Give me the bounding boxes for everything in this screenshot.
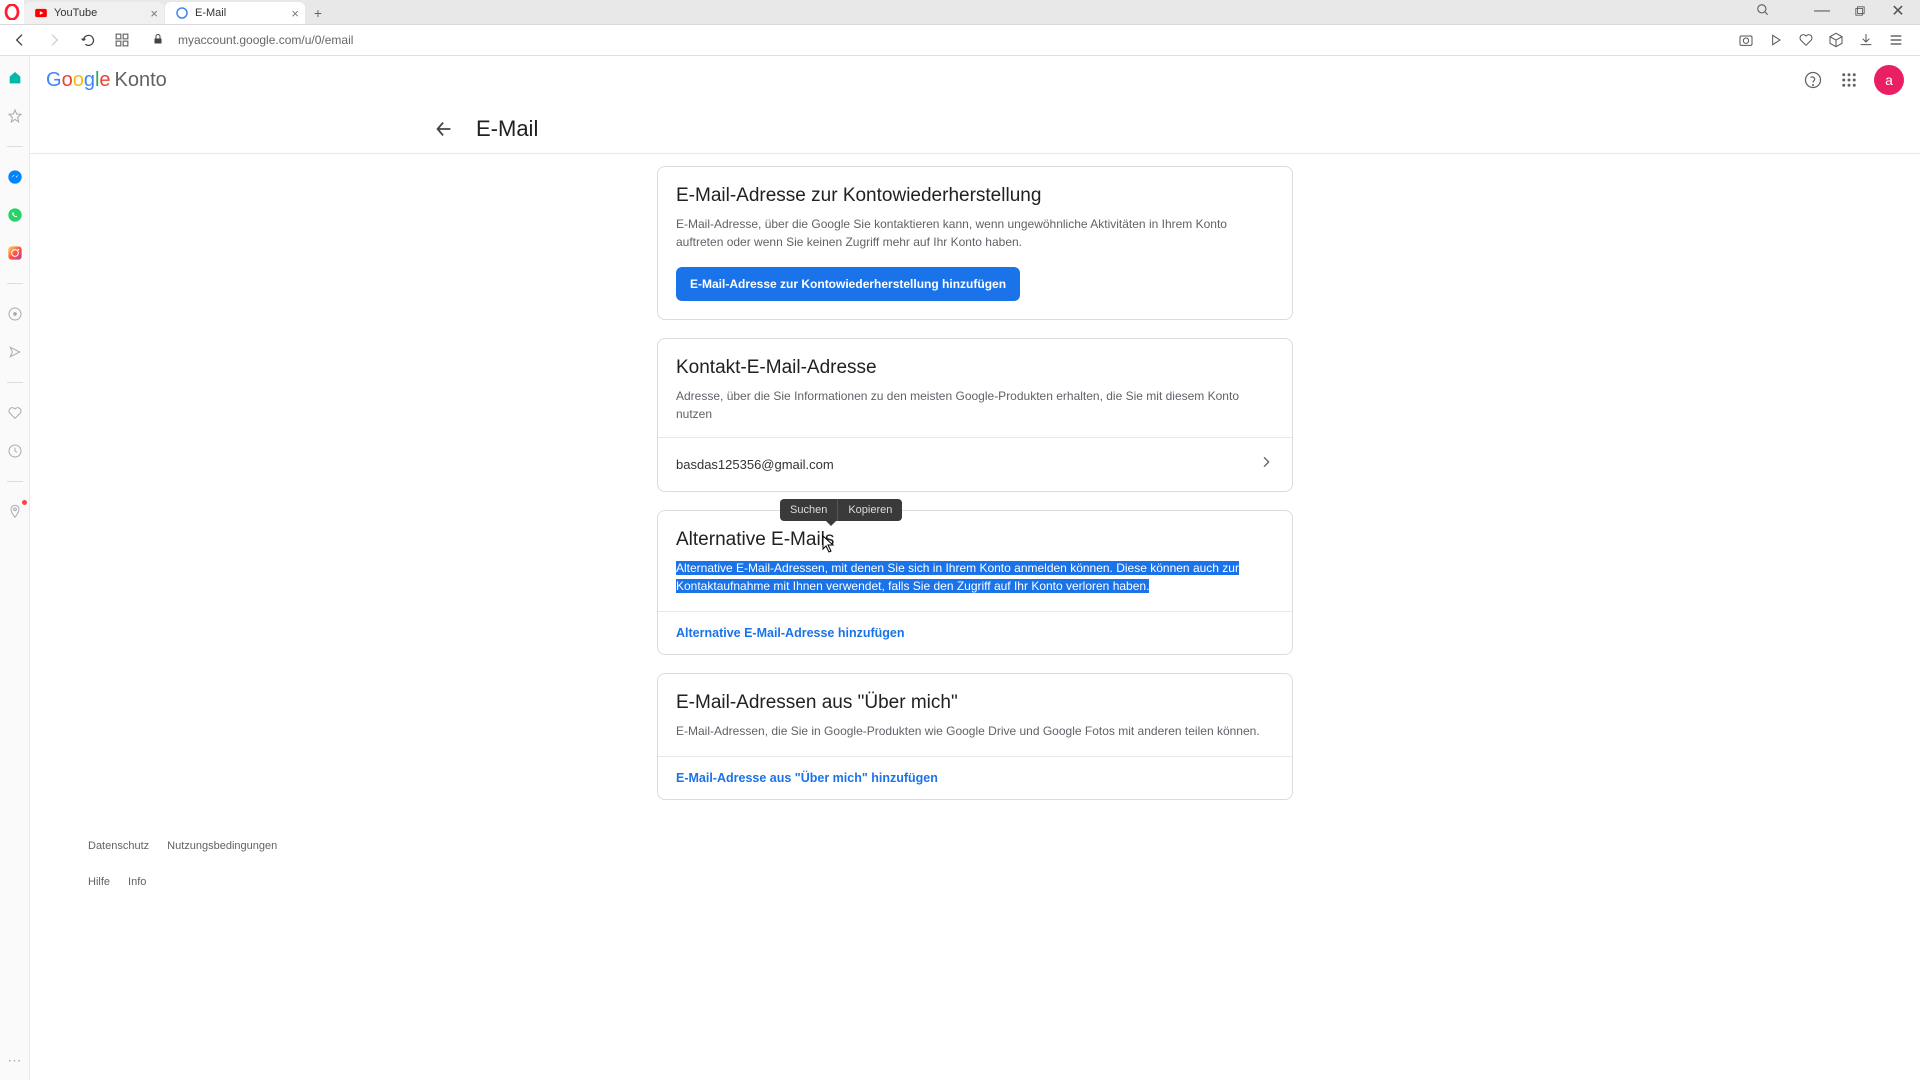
divider bbox=[7, 382, 23, 383]
card-title: E-Mail-Adressen aus "Über mich" bbox=[676, 692, 1274, 714]
more-icon[interactable]: ⋯ bbox=[5, 1050, 25, 1070]
add-about-me-email-link[interactable]: E-Mail-Adresse aus "Über mich" hinzufüge… bbox=[658, 756, 1292, 799]
page-title: E-Mail bbox=[476, 116, 538, 142]
footer-privacy[interactable]: Datenschutz bbox=[88, 840, 149, 852]
back-arrow[interactable] bbox=[430, 115, 458, 143]
tooltip-copy[interactable]: Kopieren bbox=[838, 499, 902, 521]
content-area: Google Konto a E-Mail E-Mail-Adresse zur… bbox=[30, 56, 1920, 1080]
divider bbox=[7, 283, 23, 284]
help-icon[interactable] bbox=[1802, 69, 1824, 91]
speed-dial-button[interactable] bbox=[108, 26, 136, 54]
card-title: E-Mail-Adresse zur Kontowiederherstellun… bbox=[676, 185, 1274, 207]
close-icon[interactable]: × bbox=[291, 6, 299, 21]
close-window-button[interactable]: ✕ bbox=[1880, 0, 1916, 22]
messenger-icon[interactable] bbox=[5, 167, 25, 187]
divider bbox=[7, 146, 23, 147]
page-title-row: E-Mail bbox=[30, 104, 1920, 154]
add-alternative-email-link[interactable]: Alternative E-Mail-Adresse hinzufügen bbox=[658, 611, 1292, 654]
whatsapp-icon[interactable] bbox=[5, 205, 25, 225]
search-icon[interactable] bbox=[1756, 3, 1770, 22]
google-account-logo[interactable]: Google Konto bbox=[46, 69, 167, 92]
close-icon[interactable]: × bbox=[150, 6, 158, 21]
new-tab-button[interactable]: + bbox=[306, 2, 330, 24]
opera-sidebar: ⋯ bbox=[0, 56, 30, 1080]
tab-youtube[interactable]: YouTube × bbox=[24, 2, 164, 24]
tab-label: YouTube bbox=[54, 7, 97, 19]
tab-email[interactable]: E-Mail × bbox=[165, 2, 305, 24]
card-title: Kontakt-E-Mail-Adresse bbox=[676, 357, 1274, 379]
alternative-emails-card: Suchen Kopieren Alternative E-Mails Alte… bbox=[657, 510, 1293, 655]
send-icon[interactable] bbox=[5, 342, 25, 362]
about-me-emails-card: E-Mail-Adressen aus "Über mich" E-Mail-A… bbox=[657, 673, 1293, 800]
url-input[interactable]: myaccount.google.com/u/0/email bbox=[142, 33, 1726, 48]
opera-logo-icon[interactable] bbox=[0, 0, 24, 24]
star-icon[interactable] bbox=[5, 106, 25, 126]
card-description: Alternative E-Mail-Adressen, mit denen S… bbox=[676, 559, 1274, 595]
recovery-email-card: E-Mail-Adresse zur Kontowiederherstellun… bbox=[657, 166, 1293, 320]
card-description: Adresse, über die Sie Informationen zu d… bbox=[676, 387, 1274, 423]
cards-container: E-Mail-Adresse zur Kontowiederherstellun… bbox=[30, 154, 1920, 820]
youtube-icon bbox=[34, 6, 48, 20]
minimize-button[interactable]: — bbox=[1804, 0, 1840, 22]
google-icon bbox=[175, 6, 189, 20]
footer-help[interactable]: Hilfe bbox=[88, 876, 110, 888]
home-icon[interactable] bbox=[5, 68, 25, 88]
back-button[interactable] bbox=[6, 26, 34, 54]
google-header: Google Konto a bbox=[30, 56, 1920, 104]
url-text: myaccount.google.com/u/0/email bbox=[178, 33, 353, 47]
opera-icon bbox=[4, 4, 20, 20]
heart-sidebar-icon[interactable] bbox=[5, 403, 25, 423]
address-bar-actions bbox=[1732, 26, 1914, 54]
footer-terms[interactable]: Nutzungsbedingungen bbox=[167, 840, 277, 852]
card-description: E-Mail-Adressen, die Sie in Google-Produ… bbox=[676, 722, 1274, 740]
card-description: E-Mail-Adresse, über die Google Sie kont… bbox=[676, 215, 1274, 251]
browser-tab-strip: YouTube × E-Mail × + — ✕ bbox=[0, 0, 1920, 24]
email-value: basdas125356@gmail.com bbox=[676, 457, 834, 472]
menu-icon[interactable] bbox=[1882, 26, 1910, 54]
google-logo-text: Google Konto bbox=[46, 69, 167, 92]
tab-label: E-Mail bbox=[195, 7, 226, 19]
history-icon[interactable] bbox=[5, 441, 25, 461]
chevron-right-icon bbox=[1258, 454, 1274, 475]
tooltip-search[interactable]: Suchen bbox=[780, 499, 837, 521]
footer: Datenschutz Nutzungsbedingungen Hilfe In… bbox=[64, 820, 700, 888]
window-controls: — ✕ bbox=[1804, 0, 1916, 22]
selected-text: Alternative E-Mail-Adressen, mit denen S… bbox=[676, 561, 1239, 593]
contact-email-card: Kontakt-E-Mail-Adresse Adresse, über die… bbox=[657, 338, 1293, 492]
cube-icon[interactable] bbox=[1822, 26, 1850, 54]
avatar-letter: a bbox=[1885, 72, 1893, 88]
music-icon[interactable] bbox=[5, 304, 25, 324]
avatar[interactable]: a bbox=[1874, 65, 1904, 95]
play-icon[interactable] bbox=[1762, 26, 1790, 54]
snapshot-icon[interactable] bbox=[1732, 26, 1760, 54]
header-actions: a bbox=[1802, 65, 1904, 95]
pin-icon[interactable] bbox=[5, 502, 25, 522]
selection-tooltip: Suchen Kopieren bbox=[780, 499, 902, 521]
download-icon[interactable] bbox=[1852, 26, 1880, 54]
apps-icon[interactable] bbox=[1838, 69, 1860, 91]
footer-info[interactable]: Info bbox=[128, 876, 146, 888]
reload-button[interactable] bbox=[74, 26, 102, 54]
maximize-button[interactable] bbox=[1842, 0, 1878, 22]
contact-email-row[interactable]: basdas125356@gmail.com bbox=[658, 437, 1292, 491]
lock-icon bbox=[152, 33, 164, 48]
divider bbox=[7, 481, 23, 482]
forward-button[interactable] bbox=[40, 26, 68, 54]
add-recovery-email-button[interactable]: E-Mail-Adresse zur Kontowiederherstellun… bbox=[676, 267, 1020, 301]
address-bar: myaccount.google.com/u/0/email bbox=[0, 24, 1920, 56]
card-title: Alternative E-Mails bbox=[676, 529, 1274, 551]
instagram-icon[interactable] bbox=[5, 243, 25, 263]
tabs-container: YouTube × E-Mail × + bbox=[24, 0, 330, 24]
heart-icon[interactable] bbox=[1792, 26, 1820, 54]
